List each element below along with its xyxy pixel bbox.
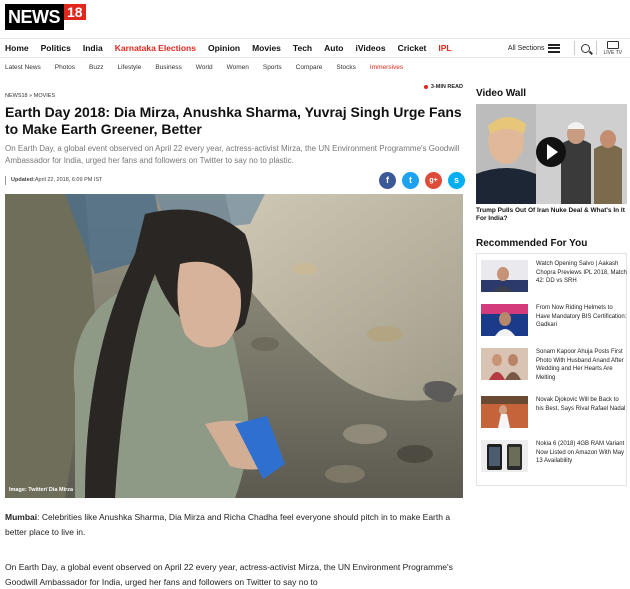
list-item[interactable]: Nokia 6 (2018) 4GB RAM Variant Now Liste… (481, 440, 624, 480)
recommended-thumbnail (481, 440, 528, 472)
updated-label: Updated: (11, 177, 35, 183)
divider (596, 41, 598, 55)
video-thumbnail-image (476, 104, 627, 204)
subnav-item-lifestyle[interactable]: Lifestyle (117, 62, 141, 74)
recommended-headline: Sonam Kapoor Ahuja Posts First Photo Wit… (536, 349, 624, 381)
subnav-item-immersives[interactable]: Immersives (370, 62, 403, 74)
thumbnail-image (481, 260, 528, 292)
nav-item-ivideos[interactable]: iVideos (355, 42, 385, 55)
paragraph-text: : Celebrities like Anushka Sharma, Dia M… (5, 512, 451, 537)
social-share: f t g+ s (379, 172, 465, 189)
subnav-item-photos[interactable]: Photos (55, 62, 75, 74)
recommended-thumbnail (481, 304, 528, 336)
divider (574, 41, 576, 55)
recommended-thumbnail (481, 260, 528, 292)
recommended-thumbnail (481, 348, 528, 380)
menu-icon[interactable] (548, 43, 561, 53)
thumbnail-image (481, 348, 528, 380)
google-plus-share-icon[interactable]: g+ (425, 172, 442, 189)
thumbnail-image (481, 304, 528, 336)
recommended-list: Watch Opening Salvo | Aakash Chopra Prev… (476, 253, 627, 486)
subnav-item-business[interactable]: Business (155, 62, 181, 74)
all-sections-label[interactable]: All Sections (508, 45, 545, 52)
thumbnail-image (481, 440, 528, 472)
nav-item-india[interactable]: India (83, 42, 103, 55)
subnav-item-sports[interactable]: Sports (263, 62, 282, 74)
main-nav: Home Politics India Karnataka Elections … (0, 38, 630, 58)
subnav-item-world[interactable]: World (196, 62, 213, 74)
nav-item-karnataka-elections[interactable]: Karnataka Elections (115, 42, 196, 55)
article-lede: On Earth Day, a global event observed on… (5, 144, 460, 165)
logo-text: NEWS (5, 4, 64, 30)
skype-share-icon[interactable]: s (448, 172, 465, 189)
article-hero-image: Image: Twitter/ Dia Mirza (5, 194, 463, 498)
video-wall-caption[interactable]: Trump Pulls Out Of Iran Nuke Deal & What… (476, 207, 627, 223)
article-paragraph: Mumbai: Celebrities like Anushka Sharma,… (5, 510, 463, 540)
news18-logo[interactable]: NEWS 18 (5, 4, 86, 30)
article-meta: Updated:April 22, 2018, 6:09 PM IST f t … (4, 172, 465, 190)
nav-item-opinion[interactable]: Opinion (208, 42, 240, 55)
breadcrumb-row: NEWS18 » MOVIES 3-MIN READ (5, 84, 463, 99)
live-tv-label: LIVE TV (603, 49, 622, 56)
header: NEWS 18 (0, 0, 630, 36)
recommended-headline: Nokia 6 (2018) 4GB RAM Variant Now Liste… (536, 441, 625, 464)
updated-value: April 22, 2018, 6:09 PM IST (34, 177, 103, 183)
article-paragraph: On Earth Day, a global event observed on… (5, 562, 453, 587)
list-item[interactable]: Novak Djokovic Will be Back to his Best,… (481, 396, 625, 436)
recommended-title: Recommended For You (476, 238, 588, 249)
logo-number: 18 (64, 4, 86, 20)
nav-item-home[interactable]: Home (5, 42, 29, 55)
twitter-share-icon[interactable]: t (402, 172, 419, 189)
thumbnail-image (481, 396, 528, 428)
list-item[interactable]: From Now Riding Helmets to Have Mandator… (481, 304, 626, 344)
dateline: Mumbai (5, 512, 38, 522)
subnav-item-stocks[interactable]: Stocks (336, 62, 356, 74)
video-wall-title: Video Wall (476, 88, 527, 99)
list-item[interactable]: Sonam Kapoor Ahuja Posts First Photo Wit… (481, 348, 624, 388)
search-icon[interactable] (581, 43, 591, 53)
nav-item-auto[interactable]: Auto (324, 42, 343, 55)
recommended-headline: Watch Opening Salvo | Aakash Chopra Prev… (536, 261, 627, 284)
recommended-headline: Novak Djokovic Will be Back to his Best,… (536, 397, 626, 412)
tv-icon (606, 40, 619, 49)
image-caption: Image: Twitter/ Dia Mirza (9, 487, 74, 493)
subnav-item-compare[interactable]: Compare (296, 62, 323, 74)
video-wall-thumbnail[interactable] (476, 104, 627, 204)
nav-item-ipl[interactable]: IPL (438, 42, 451, 55)
subnav-item-women[interactable]: Women (227, 62, 249, 74)
subnav-item-buzz[interactable]: Buzz (89, 62, 103, 74)
hero-photo (5, 194, 463, 498)
breadcrumb[interactable]: NEWS18 » MOVIES (5, 93, 55, 99)
nav-item-movies[interactable]: Movies (252, 42, 281, 55)
facebook-share-icon[interactable]: f (379, 172, 396, 189)
recommended-thumbnail (481, 396, 528, 428)
read-time: 3-MIN READ (423, 84, 463, 90)
nav-item-cricket[interactable]: Cricket (398, 42, 427, 55)
recommended-headline: From Now Riding Helmets to Have Mandator… (536, 305, 627, 328)
read-time-dot-icon (423, 85, 428, 89)
subnav-item-latest-news[interactable]: Latest News (5, 62, 41, 74)
read-time-label: 3-MIN READ (430, 84, 463, 90)
updated-timestamp: Updated:April 22, 2018, 6:09 PM IST (4, 176, 103, 185)
list-item[interactable]: Watch Opening Salvo | Aakash Chopra Prev… (481, 260, 627, 300)
live-tv-button[interactable]: LIVE TV (603, 40, 622, 56)
nav-item-politics[interactable]: Politics (41, 42, 71, 55)
sub-nav: Latest News Photos Buzz Lifestyle Busine… (0, 62, 630, 74)
article-title: Earth Day 2018: Dia Mirza, Anushka Sharm… (5, 104, 462, 137)
nav-item-tech[interactable]: Tech (293, 42, 312, 55)
